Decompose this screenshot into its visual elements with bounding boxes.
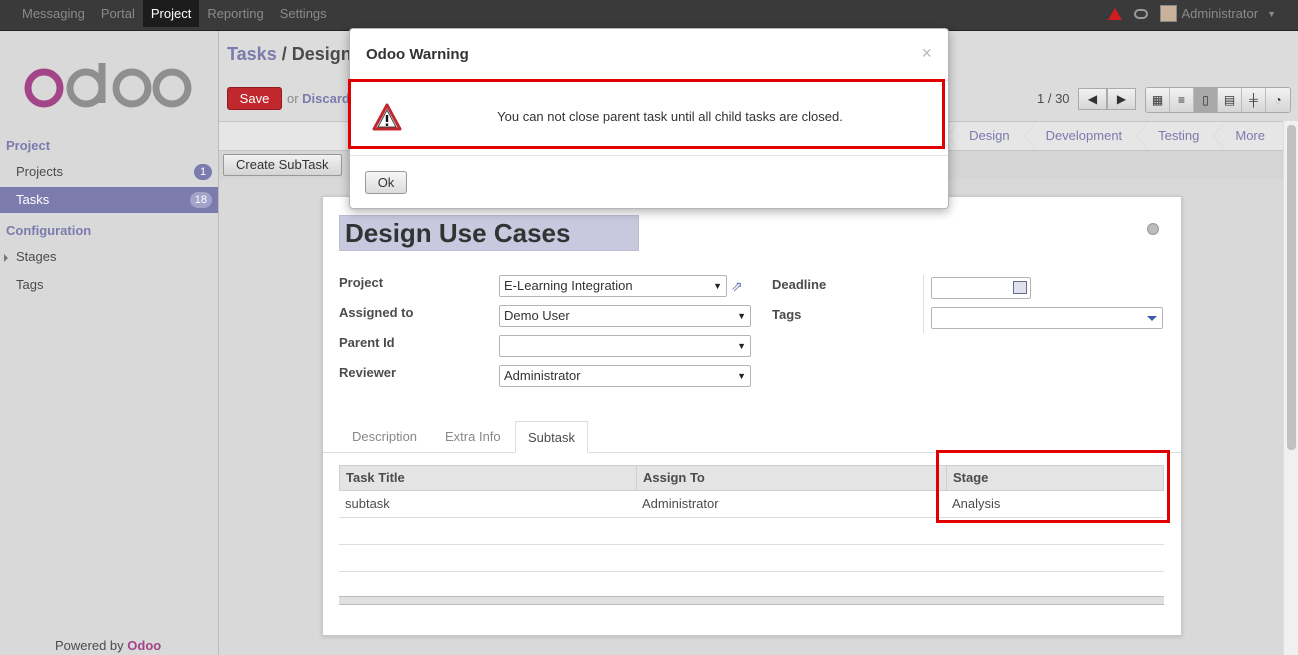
divider	[350, 155, 948, 156]
dialog-title: Odoo Warning	[366, 46, 469, 63]
message-highlight	[348, 79, 945, 149]
ok-button[interactable]: Ok	[365, 171, 407, 194]
close-icon[interactable]: ×	[921, 43, 932, 64]
